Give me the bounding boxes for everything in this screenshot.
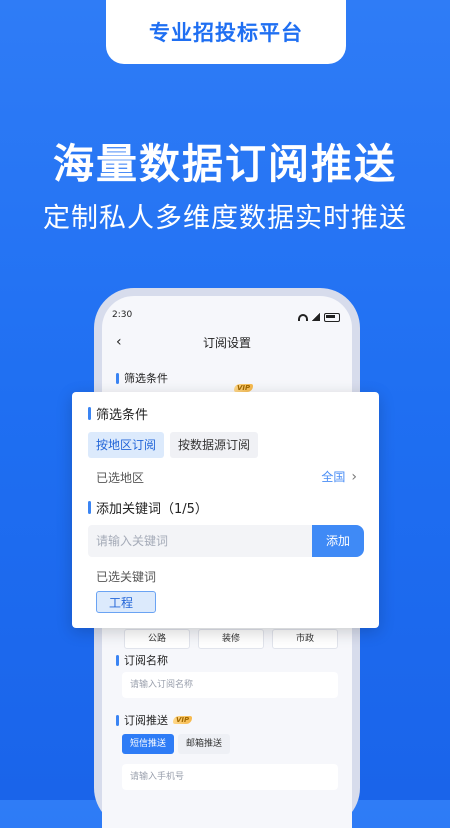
- region-selector[interactable]: 全国 ›: [321, 468, 357, 485]
- push-section-title: 订阅推送 VIP: [116, 712, 193, 728]
- keyword-title-text: 添加关键词（1/5）: [96, 502, 208, 517]
- selected-region-label: 已选地区: [96, 471, 145, 485]
- vip-badge: VIP: [234, 384, 254, 392]
- section-bar-icon: [88, 501, 91, 514]
- section-bar-icon: [88, 407, 91, 420]
- sms-push-button[interactable]: 短信推送: [122, 734, 175, 754]
- chip-road[interactable]: 公路: [124, 629, 190, 649]
- selected-keywords-label: 已选关键词: [96, 570, 157, 584]
- name-section-title: 订阅名称: [116, 652, 168, 668]
- add-keyword-button[interactable]: 添加: [312, 525, 364, 557]
- chevron-left-icon[interactable]: ‹: [116, 334, 122, 350]
- platform-slogan: 专业招投标平台: [149, 21, 303, 45]
- card-filter-title: 筛选条件: [88, 404, 148, 423]
- subheadline: 定制私人多维度数据实时推送: [43, 203, 407, 234]
- section-bar-icon: [116, 372, 119, 384]
- section-bar-icon: [116, 714, 119, 726]
- keyword-section-title: 添加关键词（1/5）: [88, 498, 208, 517]
- name-title-text: 订阅名称: [124, 654, 168, 667]
- industry-chips: 公路 装修 市政: [124, 629, 338, 649]
- keyword-input[interactable]: 请输入关键词: [88, 525, 312, 557]
- region-value: 全国: [321, 470, 346, 484]
- section-bar-icon: [116, 654, 119, 666]
- filter-section-title: 筛选条件: [116, 370, 168, 386]
- signal-icon: [312, 313, 320, 321]
- page-title: 订阅设置: [202, 336, 251, 350]
- card-filter-title-text: 筛选条件: [96, 408, 149, 423]
- headline: 海量数据订阅推送: [53, 140, 397, 188]
- keyword-tag[interactable]: 工程: [96, 591, 156, 613]
- nav-bar: ‹ 订阅设置: [102, 334, 352, 358]
- status-bar: 2:30: [112, 310, 340, 324]
- chip-municipal[interactable]: 市政: [272, 629, 338, 649]
- vip-badge: VIP: [173, 716, 193, 724]
- top-banner-tab: 专业招投标平台: [106, 0, 346, 64]
- subscribe-by-region-button[interactable]: 按地区订阅: [88, 432, 165, 458]
- status-time: 2:30: [112, 310, 133, 320]
- status-icons: [298, 310, 340, 324]
- chevron-right-icon: ›: [351, 468, 357, 485]
- battery-icon: [324, 312, 340, 322]
- phone-number-input[interactable]: 请输入手机号: [122, 764, 338, 790]
- filter-title-text: 筛选条件: [124, 372, 168, 385]
- chip-decoration[interactable]: 装修: [198, 629, 264, 649]
- email-push-button[interactable]: 邮箱推送: [178, 734, 231, 754]
- subscribe-by-source-button[interactable]: 按数据源订阅: [170, 432, 259, 458]
- push-title-text: 订阅推送: [124, 714, 168, 727]
- subscription-name-input[interactable]: 请输入订阅名称: [122, 672, 338, 698]
- wifi-icon: [298, 313, 308, 321]
- filter-card: 筛选条件 按地区订阅 按数据源订阅 已选地区 全国 › 添加关键词（1/5） 请…: [72, 392, 379, 628]
